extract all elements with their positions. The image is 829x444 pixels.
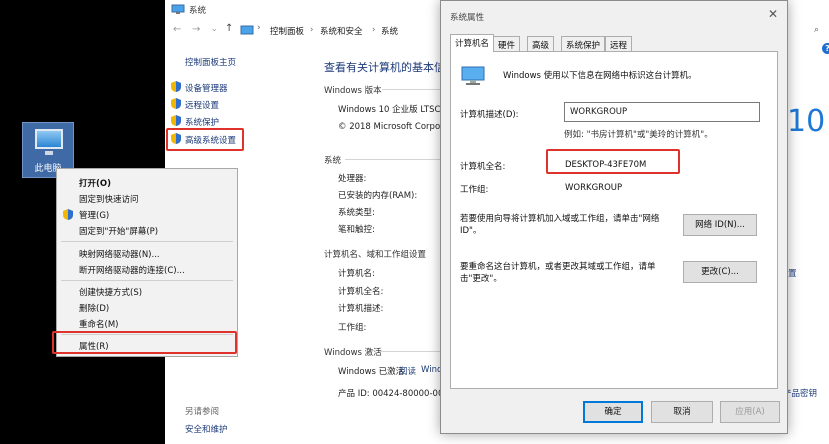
section-activation: Windows 激活: [324, 348, 382, 358]
product-id: 产品 ID: 00424-80000-00: [338, 389, 444, 399]
rename-text: 要重命名这台计算机，或者更改其域或工作组，请单击"更改"。: [460, 262, 656, 284]
monitor-icon: [35, 129, 63, 149]
example-text: 例如: "书房计算机"或"美玲的计算机"。: [564, 130, 713, 140]
highlight-properties: [52, 331, 237, 354]
computer-icon: [171, 4, 185, 14]
shield-icon: [171, 81, 181, 92]
menu-disconnect-drive[interactable]: 断开网络驱动器的连接(C)...: [79, 264, 185, 276]
product-key-link[interactable]: 产品密钥: [783, 387, 817, 399]
back-arrow-icon[interactable]: ←: [173, 24, 181, 35]
menu-separator: [61, 280, 233, 281]
sidebar-system-protection[interactable]: 系统保护: [185, 116, 219, 128]
close-icon[interactable]: ✕: [768, 7, 778, 21]
workgroup-label: 工作组:: [460, 185, 489, 195]
cancel-button[interactable]: 取消: [651, 401, 713, 423]
full-name-label: 计算机全名:: [460, 162, 506, 172]
ram-label: 已安装的内存(RAM):: [338, 191, 418, 201]
menu-delete[interactable]: 删除(D): [79, 302, 109, 314]
breadcrumb-control-panel[interactable]: 控制面板: [270, 25, 304, 37]
highlight-full-computer-name: [546, 149, 680, 174]
computer-name-label: 计算机名:: [338, 269, 375, 279]
menu-create-shortcut[interactable]: 创建快捷方式(S): [79, 286, 142, 298]
page-heading: 查看有关计算机的基本信: [324, 61, 445, 74]
ok-button[interactable]: 确定: [583, 401, 643, 423]
computer-icon: [461, 66, 485, 85]
network-id-text: 若要使用向导将计算机加入域或工作组，请单击"网络 ID"。: [460, 214, 660, 236]
section-system: 系统: [324, 156, 342, 166]
sidebar-device-manager[interactable]: 设备管理器: [185, 82, 228, 94]
menu-pin-quick-access[interactable]: 固定到快速访问: [79, 193, 139, 205]
dialog-info-text: Windows 使用以下信息在网络中标识这台计算机。: [503, 71, 697, 81]
full-name-label: 计算机全名:: [338, 287, 384, 297]
system-type-label: 系统类型:: [338, 208, 375, 218]
sidebar-remote-settings[interactable]: 远程设置: [185, 99, 219, 111]
computer-description-input[interactable]: WORKGROUP: [564, 102, 760, 122]
network-id-button[interactable]: 网络 ID(N)...: [683, 214, 757, 236]
menu-open[interactable]: 打开(O): [79, 177, 111, 189]
dialog-title: 系统属性: [450, 13, 485, 23]
read-license-link[interactable]: 阅读: [399, 365, 416, 377]
system-window-title: 系统: [189, 6, 207, 16]
recent-dropdown-icon[interactable]: ⌄: [211, 24, 218, 33]
windows-10-logo-text: 10: [787, 104, 826, 139]
pen-touch-label: 笔和触控:: [338, 225, 375, 235]
help-icon[interactable]: ?: [822, 43, 829, 54]
activation-status: Windows 已激活: [338, 367, 405, 377]
shield-icon: [63, 209, 73, 220]
tab-computer-name[interactable]: 计算机名: [450, 34, 495, 52]
menu-pin-start[interactable]: 固定到"开始"屏幕(P): [79, 225, 158, 237]
menu-manage[interactable]: 管理(G): [79, 209, 109, 221]
menu-separator: [61, 241, 233, 242]
control-panel-icon: [240, 25, 254, 35]
tab-system-protection[interactable]: 系统保护: [561, 36, 606, 51]
menu-map-drive[interactable]: 映射网络驱动器(N)...: [79, 248, 160, 260]
tab-remote[interactable]: 远程: [605, 36, 633, 51]
copyright-text: © 2018 Microsoft Corpor: [338, 122, 444, 132]
breadcrumb-system[interactable]: 系统: [381, 25, 398, 37]
windows-edition-value: Windows 10 企业版 LTSC: [338, 105, 441, 115]
tab-hardware[interactable]: 硬件: [493, 36, 521, 51]
workgroup-value: WORKGROUP: [565, 183, 623, 193]
change-button[interactable]: 更改(C)...: [683, 261, 757, 283]
see-also-title: 另请参阅: [185, 407, 220, 417]
computer-description-label: 计算机描述(D):: [460, 110, 519, 120]
shield-icon: [171, 115, 181, 126]
tab-advanced[interactable]: 高级: [527, 36, 555, 51]
computer-name-panel: Windows 使用以下信息在网络中标识这台计算机。 计算机描述(D): WOR…: [450, 51, 778, 389]
description-label: 计算机描述:: [338, 304, 384, 314]
forward-arrow-icon[interactable]: →: [192, 24, 200, 35]
processor-label: 处理器:: [338, 174, 367, 184]
up-arrow-icon[interactable]: ↑: [225, 23, 233, 34]
apply-button[interactable]: 应用(A): [720, 401, 780, 423]
highlight-advanced-settings: [166, 128, 244, 151]
change-settings-link[interactable]: 置: [788, 267, 797, 279]
menu-rename[interactable]: 重命名(M): [79, 318, 118, 330]
breadcrumb-system-security[interactable]: 系统和安全: [320, 25, 363, 37]
context-menu: 打开(O) 固定到快速访问 管理(G) 固定到"开始"屏幕(P) 映射网络驱动器…: [56, 168, 238, 357]
workgroup-label: 工作组:: [338, 323, 367, 333]
section-windows-edition: Windows 版本: [324, 86, 382, 96]
sidebar-home-link[interactable]: 控制面板主页: [185, 56, 236, 68]
section-computer-name: 计算机名、域和工作组设置: [324, 250, 427, 260]
search-icon[interactable]: ⌕: [814, 25, 819, 35]
security-maintenance-link[interactable]: 安全和维护: [185, 423, 228, 435]
system-properties-dialog: 系统属性 ✕ 计算机名 硬件 高级 系统保护 远程 Windows 使用以下信息…: [440, 0, 788, 434]
shield-icon: [171, 98, 181, 109]
